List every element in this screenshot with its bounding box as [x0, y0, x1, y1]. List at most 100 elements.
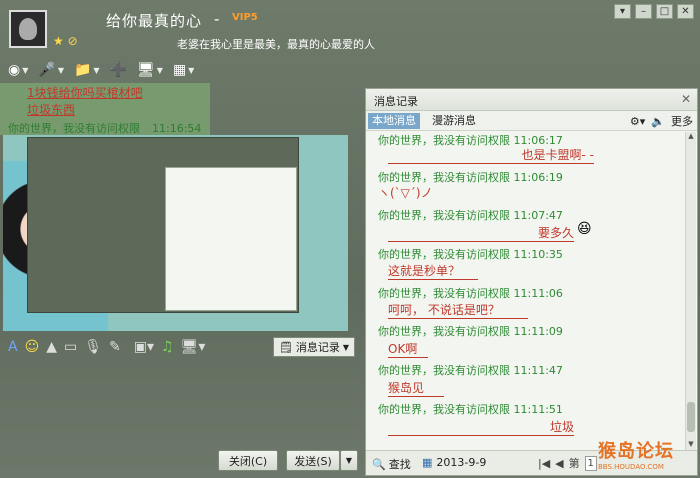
avatar[interactable] — [9, 10, 47, 48]
calendar-icon: ▦ — [422, 456, 433, 469]
list-item: ヽ(ˋ▽ˊ)ノ — [378, 184, 478, 201]
message-record-button[interactable]: 🗒 消息记录 ▼ — [273, 337, 355, 357]
chat-toolbar: ◉ ▼ 🎤 ▼ 📁 ▼ ➕ 🖥 ▼ ▦ ▼ — [8, 59, 194, 81]
list-item: 你的世界，我没有访问权限 11:11:51 — [378, 401, 678, 417]
pager: |◀ ◀ 第 1 — [538, 455, 597, 471]
message-record-label: 消息记录 — [295, 341, 340, 354]
monitor-icon: 🖥 — [137, 62, 155, 78]
message-text: 这就是秒单？ — [388, 262, 478, 280]
voice-call-button[interactable]: 🎤 ▼ — [38, 62, 64, 78]
log-scrollbar[interactable]: ▲ ▼ — [685, 132, 696, 450]
message-log-panel: 消息记录 ✕ 本地消息 漫游消息 ⚙▾ 🔈 更多 你的世界，我没有访问权限 11… — [365, 88, 698, 476]
list-item: 要多久 — [388, 224, 574, 242]
edit-icon[interactable]: ✎ — [109, 339, 121, 355]
chat-message-meta: 你的世界，我没有访问权限 11:16:54 — [8, 120, 201, 136]
tab-local-messages[interactable]: 本地消息 — [368, 113, 420, 129]
message-text: 要多久 — [388, 224, 574, 242]
message-text: ヽ(ˋ▽ˊ)ノ — [378, 186, 433, 200]
chevron-down-icon: ▼ — [342, 342, 350, 352]
contact-signature: 老婆在我心里是最美，最真的心最爱的人 — [177, 38, 375, 51]
close-icon[interactable]: ✕ — [681, 92, 691, 106]
page-input[interactable]: 1 — [584, 455, 597, 471]
maximize-icon[interactable]: □ — [656, 4, 673, 19]
title-bar: ★ ⊘ 给你最真的心 - VIP5 老婆在我心里是最美，最真的心最爱的人 ▾ –… — [0, 0, 700, 58]
list-item: 也是卡盟啊- - — [388, 146, 594, 164]
voice-message-icon[interactable]: 🎙 — [84, 339, 102, 355]
first-page-icon[interactable]: |◀ — [538, 457, 550, 470]
send-file-button[interactable]: 📁 ▼ — [74, 62, 100, 78]
speaker-icon[interactable]: 🔈 — [651, 115, 665, 128]
more-button[interactable]: 更多 — [671, 113, 693, 129]
sender-name: 你的世界，我没有访问权限 — [8, 122, 140, 135]
date-picker[interactable]: ▦ 2013-9-9 — [422, 456, 486, 469]
list-item: 你的世界，我没有访问权限 11:11:09 — [378, 323, 678, 339]
prev-page-icon[interactable]: ◀ — [555, 457, 563, 470]
log-message-list: 你的世界，我没有访问权限 11:06:17 也是卡盟啊- - 你的世界，我没有访… — [366, 132, 684, 450]
video-call-button[interactable]: ◉ ▼ — [8, 62, 28, 78]
list-item: OK啊 — [388, 340, 428, 358]
tab-roaming-messages[interactable]: 漫游消息 — [428, 113, 480, 129]
microphone-icon: 🎤 — [38, 62, 56, 78]
image-icon[interactable]: ▭ — [64, 339, 77, 355]
message-meta: 你的世界，我没有访问权限 11:07:47 — [378, 209, 563, 222]
apps-grid-icon: ▦ — [172, 62, 187, 78]
apps-button[interactable]: ▦ ▼ — [173, 62, 194, 78]
log-header: 消息记录 ✕ — [366, 89, 697, 111]
list-item: 你的世界，我没有访问权限 11:11:47 — [378, 362, 678, 378]
page-label: 第 — [568, 457, 580, 470]
watermark-line-2: BBS.HOUDAO.COM — [598, 463, 664, 471]
minimize-icon[interactable]: – — [635, 4, 652, 19]
message-meta: 你的世界，我没有访问权限 11:11:51 — [378, 403, 563, 416]
contact-nickname: 给你最真的心 — [106, 12, 203, 30]
search-icon: 🔍 — [372, 457, 386, 471]
emoji-icon[interactable]: ☺ — [25, 339, 40, 355]
list-item: 这就是秒单？ — [388, 262, 478, 280]
vip-badge[interactable]: VIP5 — [232, 12, 258, 23]
scroll-up-icon[interactable]: ▲ — [686, 132, 696, 142]
message-time: 11:16:54 — [152, 122, 202, 135]
folder-icon: 📁 — [73, 62, 92, 78]
message-meta: 你的世界，我没有访问权限 11:11:47 — [378, 364, 563, 377]
shake-icon[interactable]: ▲ — [46, 339, 57, 355]
watermark-line-1: 猴岛论坛 — [598, 441, 674, 462]
forum-watermark-logo: 猴岛论坛 BBS.HOUDAO.COM — [598, 437, 698, 477]
list-item: 垃圾 — [388, 418, 574, 436]
list-item: 你的世界，我没有访问权限 11:07:47 — [378, 207, 678, 223]
shared-screenshot-image[interactable] — [3, 135, 348, 331]
message-text: 呵呵， 不说话是吧？ — [388, 301, 528, 319]
screenshot-icon[interactable]: ▣▾ — [134, 339, 154, 355]
scroll-thumb[interactable] — [687, 402, 695, 432]
message-text: 垃圾 — [388, 418, 574, 436]
record-icon: 🗒 — [278, 340, 293, 354]
message-meta: 你的世界，我没有访问权限 11:11:09 — [378, 325, 563, 338]
list-item: 你的世界，我没有访问权限 11:11:06 — [378, 285, 678, 301]
camera-icon: ◉ — [8, 62, 21, 78]
send-button[interactable]: 发送(S) — [286, 450, 340, 471]
search-button[interactable]: 🔍 查找 — [372, 456, 411, 472]
status-icons[interactable]: ★ ⊘ — [53, 34, 78, 48]
input-toolbar: A ☺ ▲ ▭ 🎙 ✎ ▣▾ ♫ 🖥▾ — [8, 336, 205, 358]
close-button[interactable]: 关闭(C) — [218, 450, 278, 471]
create-discussion-button[interactable]: ➕ — [110, 62, 127, 78]
list-item: 你的世界，我没有访问权限 11:10:35 — [378, 246, 678, 262]
menu-icon[interactable]: ▾ — [614, 4, 631, 19]
log-tabs: 本地消息 漫游消息 ⚙▾ 🔈 更多 — [366, 111, 697, 131]
log-title: 消息记录 — [374, 95, 418, 108]
message-text: 也是卡盟啊- - — [388, 146, 594, 164]
remote-assist-button[interactable]: 🖥 ▼ — [137, 62, 163, 78]
music-icon[interactable]: ♫ — [161, 339, 174, 355]
history-manage-icon[interactable]: ⚙▾ — [630, 115, 645, 128]
screenshot-inner-log — [165, 167, 297, 311]
chevron-down-icon: ▼ — [345, 456, 353, 465]
close-icon[interactable]: ✕ — [677, 4, 694, 19]
list-item: 呵呵， 不说话是吧？ — [388, 301, 528, 319]
date-value: 2013-9-9 — [436, 456, 487, 469]
list-item: 猴岛见 — [388, 379, 444, 397]
chat-message: 1块钱给你吗买棺材吧 — [27, 86, 143, 100]
title-dash: - — [214, 10, 221, 28]
font-icon[interactable]: A — [8, 339, 18, 355]
send-options-button[interactable]: ▼ — [340, 450, 358, 471]
remote-desktop-icon[interactable]: 🖥▾ — [181, 339, 206, 355]
message-meta: 你的世界，我没有访问权限 11:11:06 — [378, 287, 563, 300]
message-text: 猴岛见 — [388, 379, 444, 397]
